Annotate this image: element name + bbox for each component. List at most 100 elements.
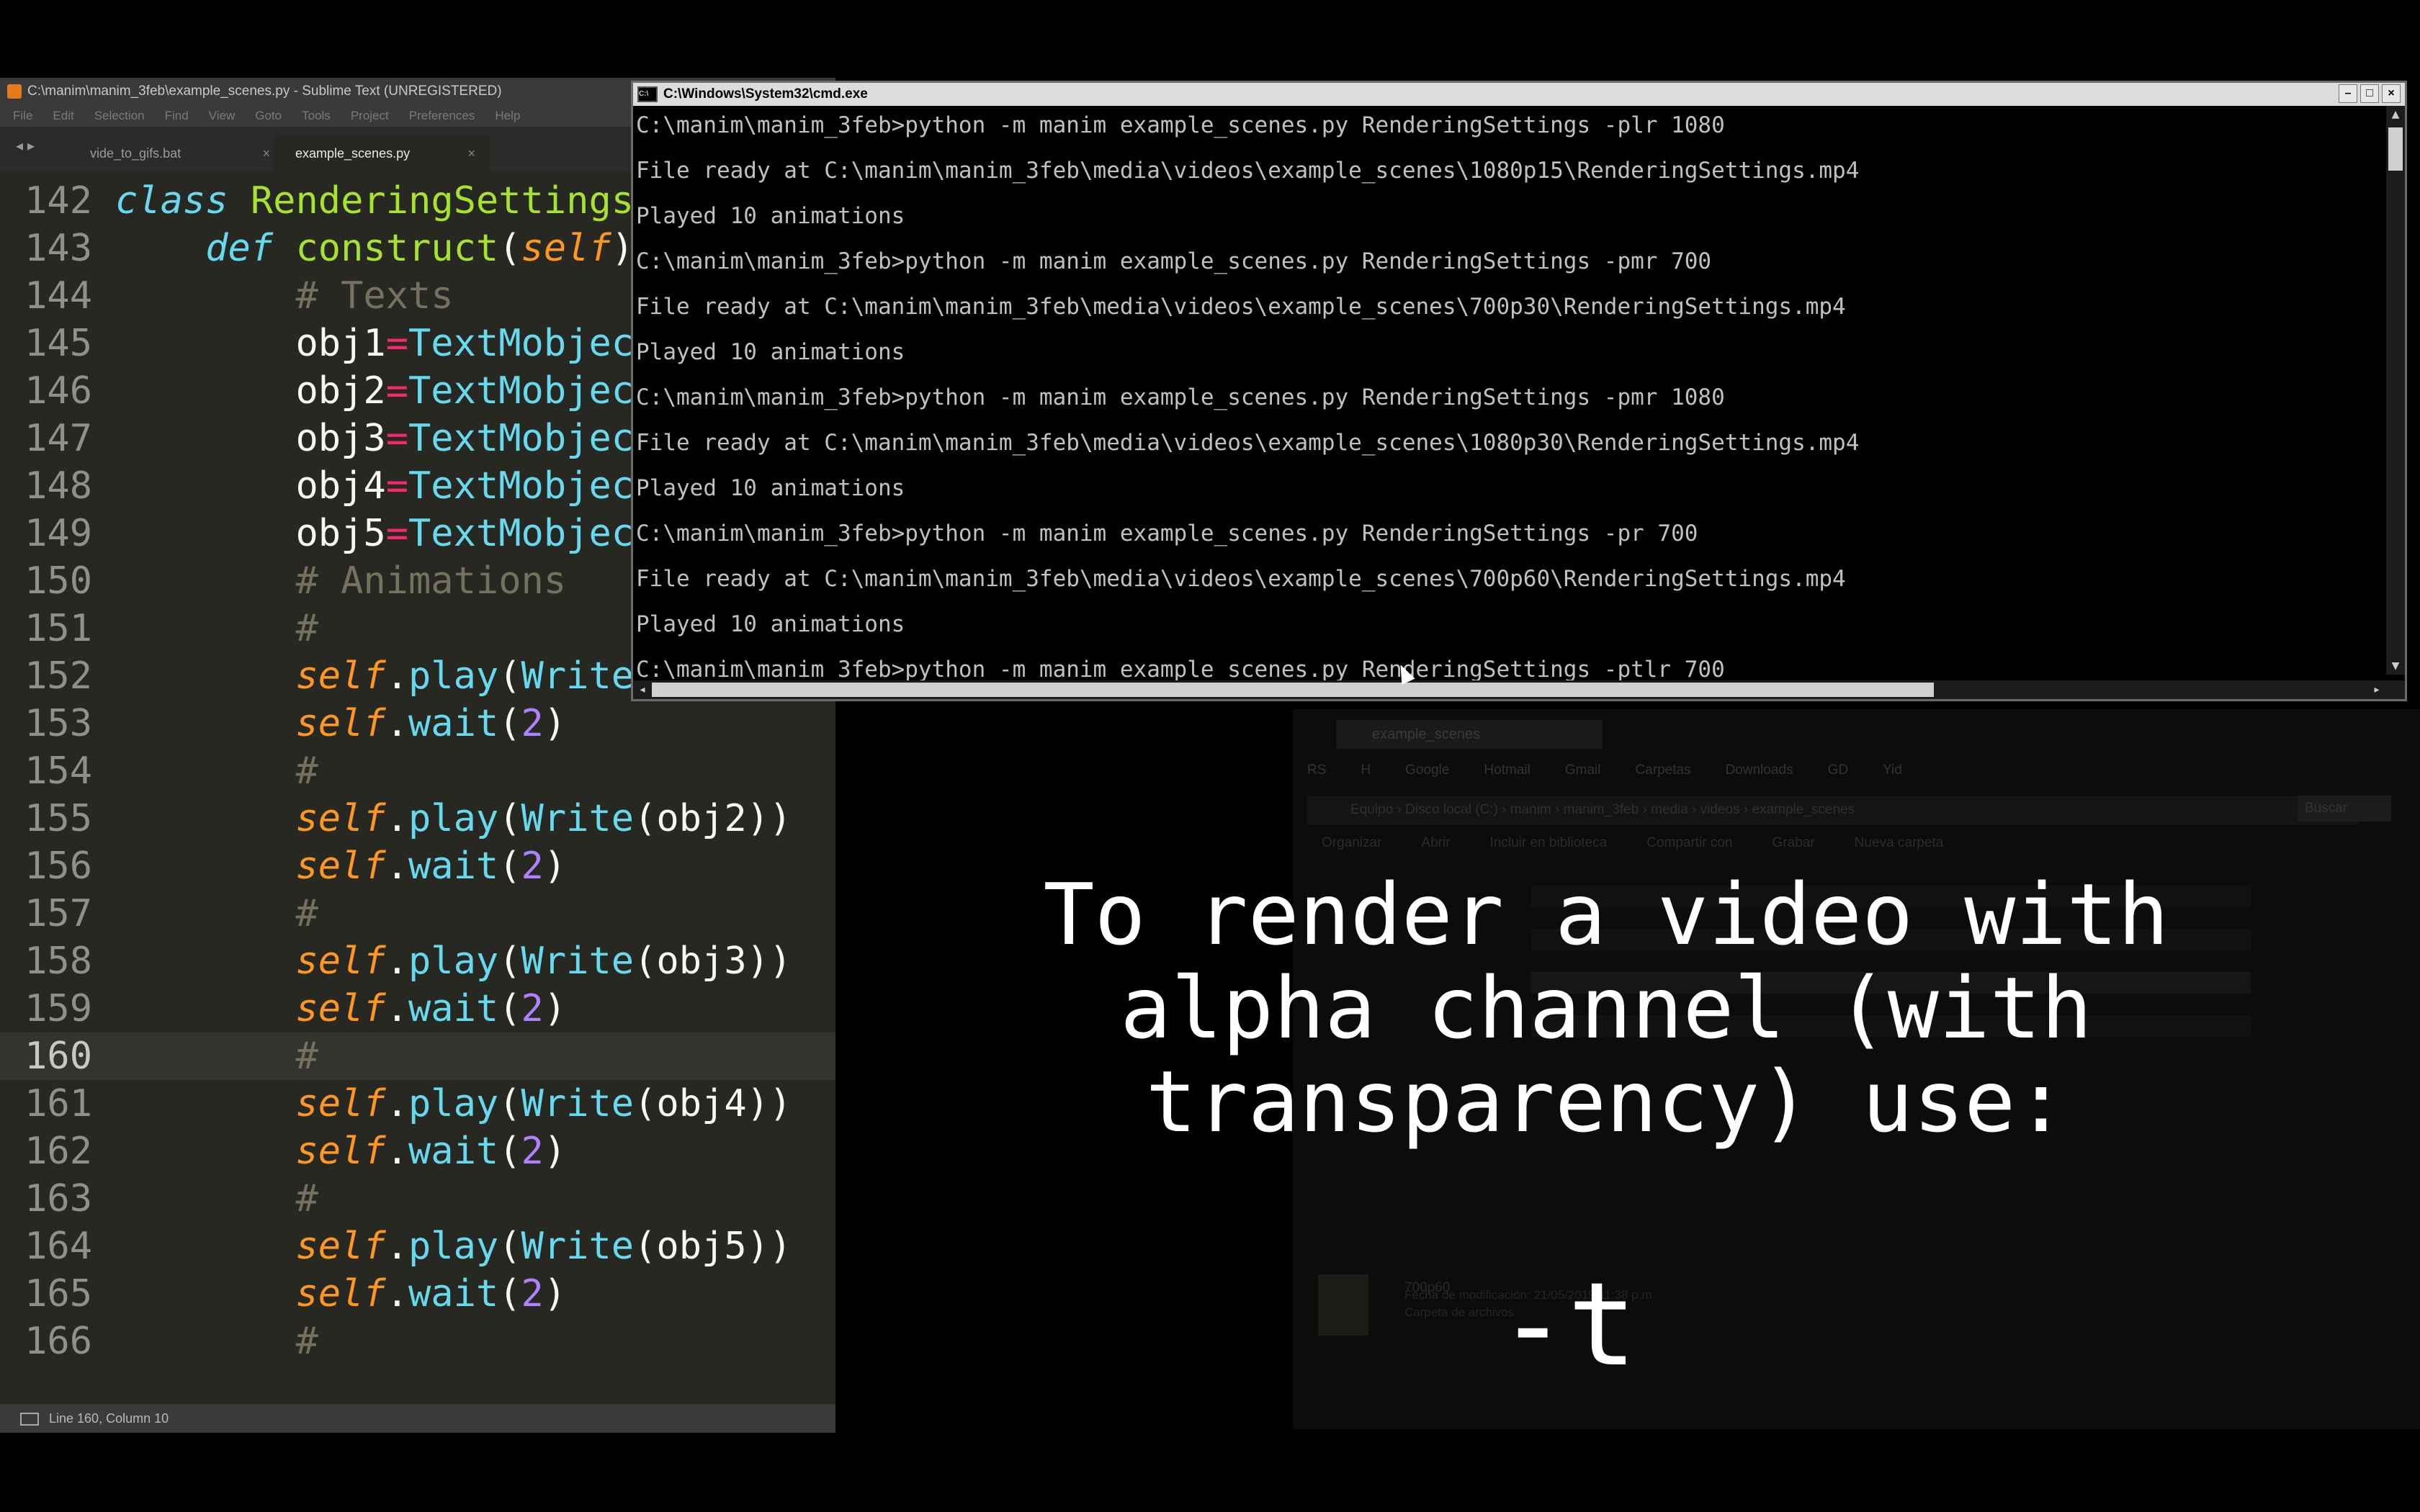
- bookmark-item[interactable]: Hotmail: [1484, 756, 1530, 785]
- close-icon[interactable]: ×: [262, 135, 270, 171]
- code-line[interactable]: 158 self.play(Write(obj3)): [0, 937, 835, 985]
- horizontal-scrollbar[interactable]: ◂ ▸: [633, 680, 2405, 699]
- explorer-toolbar-button[interactable]: Abrir: [1421, 835, 1450, 851]
- minimize-icon[interactable]: –: [2339, 84, 2357, 103]
- code-token: #: [295, 607, 318, 650]
- explorer-toolbar-button[interactable]: Nueva carpeta: [1855, 835, 1944, 851]
- code-token: ): [543, 1272, 567, 1315]
- code-token: =: [385, 322, 408, 365]
- menu-item-selection[interactable]: Selection: [94, 105, 145, 127]
- code-line[interactable]: 162 self.wait(2): [0, 1128, 835, 1175]
- code-line[interactable]: 159 self.wait(2): [0, 985, 835, 1032]
- menu-item-file[interactable]: File: [13, 105, 32, 127]
- scroll-up-icon[interactable]: ▲: [2386, 106, 2405, 123]
- code-line[interactable]: 163 #: [0, 1175, 835, 1223]
- code-line[interactable]: 160 #: [0, 1032, 835, 1080]
- explorer-address-bar[interactable]: Equipo › Disco local (C:) › manim › mani…: [1307, 796, 2359, 824]
- explorer-tab[interactable]: example_scenes: [1336, 720, 1603, 749]
- code-token: .: [385, 845, 408, 888]
- code-token: #: [295, 1177, 318, 1220]
- code-token: .: [385, 940, 408, 983]
- menu-item-preferences[interactable]: Preferences: [409, 105, 475, 127]
- menu-item-edit[interactable]: Edit: [53, 105, 73, 127]
- code-text: obj4=TextMobjec: [115, 462, 634, 510]
- code-token: 2: [521, 702, 544, 745]
- code-line[interactable]: 161 self.play(Write(obj4)): [0, 1080, 835, 1128]
- bookmark-item[interactable]: RS: [1307, 756, 1326, 785]
- code-token: Write: [521, 1225, 635, 1268]
- console-line: Played 10 animations: [636, 203, 905, 229]
- cmd-title-bar: C:\ C:\Windows\System32\cmd.exe – □ ×: [633, 83, 2405, 106]
- bookmark-item[interactable]: GD: [1828, 756, 1849, 785]
- monitor-icon[interactable]: [20, 1413, 39, 1426]
- line-number: 144: [24, 274, 92, 318]
- line-number: 149: [24, 512, 92, 555]
- code-line[interactable]: 154 #: [0, 747, 835, 795]
- code-token: self: [521, 227, 611, 270]
- caption-line: alpha channel (with: [1120, 958, 2092, 1058]
- menu-item-find[interactable]: Find: [165, 105, 189, 127]
- explorer-toolbar-button[interactable]: Incluir en biblioteca: [1490, 835, 1608, 851]
- vertical-scrollbar[interactable]: ▲ ▼: [2386, 106, 2405, 675]
- explorer-toolbar-button[interactable]: Compartir con: [1646, 835, 1732, 851]
- code-text: class RenderingSettings: [115, 177, 634, 225]
- code-line[interactable]: 155 self.play(Write(obj2)): [0, 795, 835, 842]
- explorer-toolbar-button[interactable]: Organizar: [1322, 835, 1381, 851]
- line-number: 143: [24, 227, 92, 270]
- code-token: self: [295, 1130, 386, 1173]
- code-token: wait: [408, 987, 499, 1030]
- tab-vide-to-gifs[interactable]: vide_to_gifs.bat ×: [68, 135, 284, 171]
- maximize-icon[interactable]: □: [2360, 84, 2379, 103]
- close-icon[interactable]: ×: [467, 135, 475, 171]
- code-line[interactable]: 164 self.play(Write(obj5)): [0, 1223, 835, 1270]
- code-token: play: [408, 1225, 499, 1268]
- tab-example-scenes[interactable]: example_scenes.py ×: [274, 135, 490, 171]
- menu-item-help[interactable]: Help: [495, 105, 520, 127]
- code-token: obj3: [115, 417, 386, 460]
- bookmark-item[interactable]: Gmail: [1565, 756, 1601, 785]
- bookmark-item[interactable]: Carpetas: [1635, 756, 1690, 785]
- code-line[interactable]: 156 self.wait(2): [0, 842, 835, 890]
- code-line[interactable]: 157 #: [0, 890, 835, 937]
- code-token: self: [295, 1082, 386, 1125]
- explorer-toolbar-button[interactable]: Grabar: [1773, 835, 1815, 851]
- line-number: 163: [24, 1177, 92, 1220]
- code-token: 2: [521, 987, 544, 1030]
- menu-item-tools[interactable]: Tools: [302, 105, 331, 127]
- code-token: wait: [408, 845, 499, 888]
- line-number: 145: [24, 322, 92, 365]
- scroll-down-icon[interactable]: ▼: [2386, 657, 2405, 675]
- line-number: 158: [24, 940, 92, 983]
- bookmark-item[interactable]: Downloads: [1726, 756, 1793, 785]
- bookmark-item[interactable]: H: [1361, 756, 1371, 785]
- bookmark-item[interactable]: Yid: [1883, 756, 1902, 785]
- menu-item-goto[interactable]: Goto: [255, 105, 282, 127]
- code-token: construct: [295, 227, 499, 270]
- menu-item-view[interactable]: View: [209, 105, 236, 127]
- bookmark-item[interactable]: Google: [1405, 756, 1449, 785]
- close-icon[interactable]: ×: [2382, 84, 2401, 103]
- code-token: ): [543, 1130, 567, 1173]
- code-token: RenderingSettings: [250, 179, 635, 222]
- scroll-left-icon[interactable]: ◂: [633, 680, 652, 699]
- tab-nav-arrows-icon[interactable]: ◂▸: [16, 137, 39, 154]
- code-line[interactable]: 166 #: [0, 1318, 835, 1365]
- code-line[interactable]: 165 self.wait(2): [0, 1270, 835, 1318]
- code-token: TextMobjec: [408, 417, 635, 460]
- code-line[interactable]: 153 self.wait(2): [0, 700, 835, 747]
- code-token: self: [295, 1225, 386, 1268]
- line-number: 153: [24, 702, 92, 745]
- code-text: self.play(Write(obj4)): [115, 1080, 792, 1128]
- code-token: self: [295, 797, 386, 840]
- explorer-search-input[interactable]: Buscar: [2298, 796, 2391, 822]
- scroll-right-icon[interactable]: ▸: [2367, 680, 2386, 699]
- overlay-flag: -t: [1498, 1257, 1637, 1392]
- scrollbar-thumb[interactable]: [2388, 127, 2403, 171]
- menu-item-project[interactable]: Project: [351, 105, 389, 127]
- scrollbar-thumb[interactable]: [652, 683, 1934, 697]
- code-token: .: [385, 1130, 408, 1173]
